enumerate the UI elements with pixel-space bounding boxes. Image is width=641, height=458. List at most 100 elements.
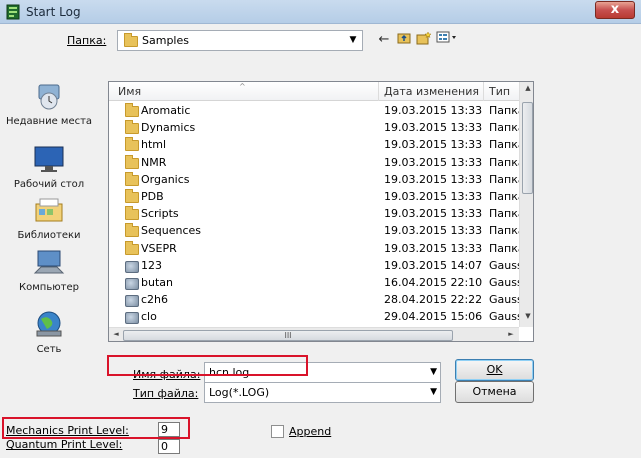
file-name: Aromatic (141, 104, 191, 117)
file-row[interactable]: Sequences 19.03.2015 13:33 Папка (109, 222, 519, 240)
file-type: Папка (489, 190, 519, 203)
file-row[interactable]: Scripts 19.03.2015 13:33 Папка (109, 205, 519, 223)
vertical-scrollbar[interactable]: ▲ ▼ (519, 82, 533, 327)
file-type: Папка (489, 155, 519, 169)
file-name: Scripts (141, 207, 179, 221)
folder-icon (125, 137, 139, 154)
folder-icon (125, 120, 139, 137)
file-name: c2h6 (141, 293, 169, 307)
chevron-down-icon[interactable]: ▼ (345, 32, 361, 49)
column-header-date[interactable]: Дата изменения (384, 85, 479, 98)
file-type: Gaussi (489, 310, 519, 324)
file-type: Папка (489, 104, 519, 117)
highlight-box-filename (107, 355, 308, 376)
file-date: 19.03.2015 14:07 (384, 258, 483, 272)
recent-places-icon (38, 84, 60, 110)
file-row[interactable]: PDB 19.03.2015 13:33 Папка (109, 188, 519, 206)
file-type: Gaussi (489, 258, 519, 272)
file-date: 19.03.2015 13:33 (384, 138, 483, 152)
file-type: Gaussi (489, 293, 519, 307)
ok-label: OK (486, 363, 503, 376)
chevron-down-icon[interactable]: ▼ (430, 367, 437, 377)
horizontal-scroll-thumb[interactable]: III (123, 330, 453, 341)
file-type: Папка (489, 207, 519, 221)
file-name: VSEPR (141, 241, 177, 255)
title-bar[interactable]: Start Log x (0, 0, 641, 24)
file-date: 19.03.2015 13:33 (384, 207, 483, 221)
place-label: Сеть (36, 344, 62, 355)
place-libraries[interactable]: Библиотеки (4, 195, 94, 241)
file-type: Папка (489, 241, 519, 255)
file-name: NMR (141, 155, 167, 169)
place-label: Рабочий стол (13, 179, 85, 190)
view-menu-icon[interactable] (435, 31, 461, 49)
file-row[interactable]: Dynamics 19.03.2015 13:33 Папка (109, 119, 519, 137)
file-list[interactable]: Имя ^ Дата изменения Тип Aromatic 19.03.2… (108, 81, 534, 342)
scroll-right-icon[interactable]: ► (505, 330, 517, 341)
window-title: Start Log (26, 5, 81, 19)
place-computer[interactable]: Компьютер (4, 247, 94, 293)
quantum-print-level-input[interactable]: 0 (158, 439, 180, 454)
file-name: clo (141, 310, 157, 324)
horizontal-scrollbar[interactable]: ◄ III ► (109, 327, 519, 341)
place-desktop[interactable]: Рабочий стол (4, 144, 94, 190)
scroll-up-icon[interactable]: ▲ (522, 84, 533, 98)
scroll-left-icon[interactable]: ◄ (110, 330, 122, 341)
column-header-name[interactable]: Имя (118, 85, 141, 98)
file-type: Папка (489, 224, 519, 238)
file-row[interactable]: 123 19.03.2015 14:07 Gaussi (109, 257, 519, 275)
file-row[interactable]: VSEPR 19.03.2015 13:33 Папка (109, 240, 519, 258)
file-date: 19.03.2015 13:33 (384, 121, 483, 135)
chevron-down-icon[interactable]: ▼ (430, 387, 437, 397)
file-type: Gaussi (489, 276, 519, 289)
folder-combo-value: Samples (142, 34, 189, 47)
close-button[interactable]: x (595, 1, 635, 19)
place-label: Библиотеки (17, 230, 81, 241)
folder-icon (125, 223, 139, 240)
file-row[interactable]: html 19.03.2015 13:33 Папка (109, 136, 519, 154)
column-divider[interactable] (378, 82, 379, 101)
highlight-box-mechanics (2, 417, 190, 439)
scroll-down-icon[interactable]: ▼ (522, 312, 533, 326)
gaussian-file-icon (125, 312, 139, 327)
folder-icon (125, 103, 139, 120)
file-row[interactable]: Aromatic 19.03.2015 13:33 Папка (109, 102, 519, 120)
place-label: Недавние места (5, 116, 93, 127)
filetype-label: Тип файла: (133, 387, 199, 400)
folder-combo[interactable]: Samples ▼ (117, 30, 363, 51)
column-divider[interactable] (483, 82, 484, 101)
new-folder-icon[interactable] (415, 31, 433, 49)
file-date: 16.04.2015 22:10 (384, 276, 483, 289)
ok-button[interactable]: OK (455, 359, 534, 381)
file-row[interactable]: Organics 19.03.2015 13:33 Папка (109, 171, 519, 189)
append-checkbox[interactable] (271, 425, 284, 438)
file-date: 29.04.2015 15:06 (384, 310, 483, 324)
file-date: 19.03.2015 13:33 (384, 224, 483, 238)
column-header-type[interactable]: Тип (489, 85, 510, 98)
append-label[interactable]: Append (289, 425, 331, 438)
filetype-value: Log(*.LOG) (209, 386, 270, 399)
up-folder-icon[interactable] (395, 31, 413, 49)
file-row[interactable]: c2h6 28.04.2015 22:22 Gaussi (109, 291, 519, 309)
place-recent[interactable]: Недавние места (4, 81, 94, 127)
folder-icon (125, 189, 139, 206)
folder-icon (125, 154, 139, 172)
folder-icon (125, 206, 139, 223)
back-arrow-icon[interactable]: ← (375, 31, 393, 49)
file-row[interactable]: NMR 19.03.2015 13:33 Папка (109, 154, 519, 172)
file-date: 19.03.2015 13:33 (384, 190, 483, 203)
place-network[interactable]: Сеть (4, 309, 94, 355)
filetype-select[interactable]: Log(*.LOG) ▼ (204, 382, 441, 403)
file-name: 123 (141, 258, 162, 272)
vertical-scroll-thumb[interactable] (522, 102, 533, 194)
folder-icon (124, 33, 138, 47)
file-row[interactable]: clo 29.04.2015 15:06 Gaussi (109, 308, 519, 326)
folder-icon (125, 171, 139, 189)
file-date: 28.04.2015 22:22 (384, 293, 483, 307)
cancel-button[interactable]: Отмена (455, 381, 534, 403)
file-name: butan (141, 276, 173, 289)
sort-arrow-icon: ^ (239, 82, 246, 91)
file-date: 19.03.2015 13:33 (384, 104, 483, 117)
file-row[interactable]: butan 16.04.2015 22:10 Gaussi (109, 274, 519, 292)
file-date: 19.03.2015 13:33 (384, 155, 483, 169)
